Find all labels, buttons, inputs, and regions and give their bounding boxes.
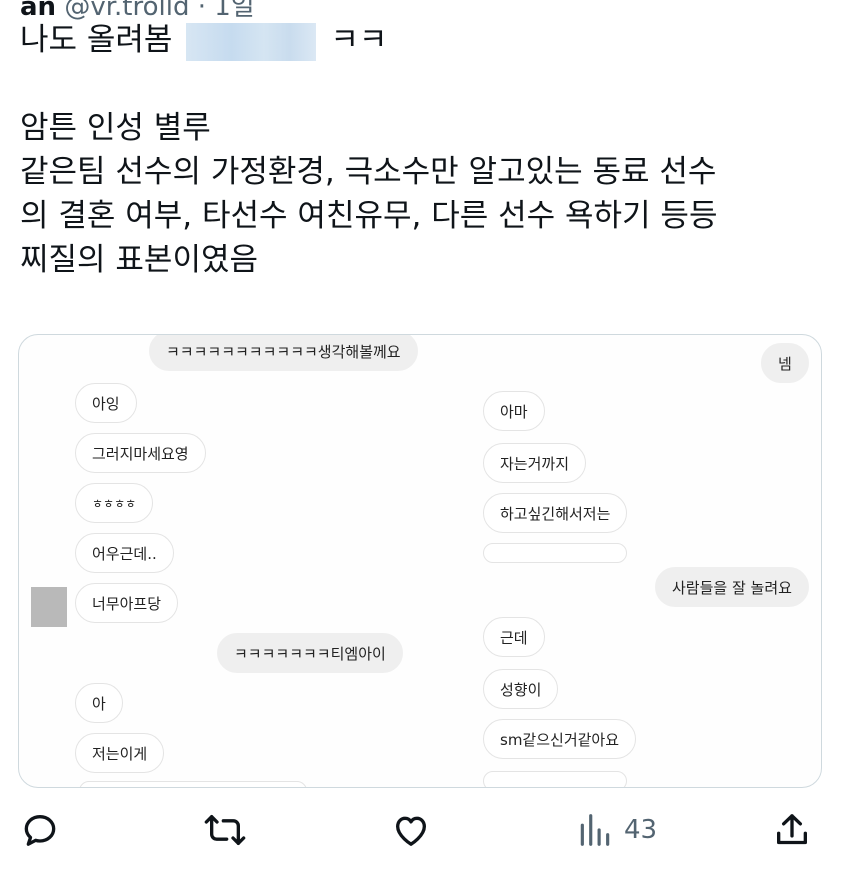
tweet-line: 나도 올려봄 ㅋㅋ <box>20 18 830 62</box>
retweet-button[interactable] <box>202 810 248 850</box>
chat-bubble-cut <box>483 771 627 787</box>
chat-bubble: 근데 <box>483 617 545 657</box>
chat-bubble: sm같으신거같아요 <box>483 719 637 759</box>
retweet-icon <box>204 815 246 845</box>
views-count: 43 <box>624 815 658 845</box>
views-icon <box>580 814 610 846</box>
chat-bubble: 아마 <box>483 391 545 431</box>
chat-bubble: 어우근데.. <box>75 533 174 573</box>
chat-bubble: 저는이게 <box>75 733 165 773</box>
chat-bubble: 자는거까지 <box>483 443 587 483</box>
share-button[interactable] <box>772 810 812 850</box>
avatar <box>31 587 67 627</box>
reply-button[interactable] <box>20 810 60 850</box>
chat-bubble: 아 <box>75 683 123 723</box>
chat-bubble: 그러지마세요영 <box>75 433 206 473</box>
tweet-line1: 나도 올려봄 <box>20 22 173 58</box>
tweet-line: 찌질의 표본이였음 <box>20 242 259 278</box>
chat-bubble-cut <box>483 543 627 563</box>
chat-bubble: ㅋㅋㅋㅋㅋㅋㅋ티엠아이 <box>217 633 403 673</box>
share-icon <box>777 814 807 845</box>
tweet-media-image[interactable]: ㅋㅋㅋㅋㅋㅋㅋㅋㅋㅋㅋ생각해볼께요 넴 아잉 아마 그러지마세요영 자는거까지 … <box>18 334 822 788</box>
reply-icon <box>24 815 56 846</box>
chat-bubble: 아잉 <box>75 383 137 423</box>
blurred-redaction <box>186 22 317 61</box>
chat-bubble-cut <box>79 781 307 787</box>
tweet-action-bar: 43 <box>0 800 850 860</box>
chat-bubble: 너무아프당 <box>75 583 179 623</box>
tweet-line: 암튼 인성 별루 <box>20 110 211 146</box>
tweet-line: 의 결혼 여부, 타선수 여친유무, 다른 선수 욕하기 등등 <box>20 198 718 234</box>
chat-bubble: 성향이 <box>483 669 559 709</box>
chat-bubble: 사람들을 잘 놀려요 <box>655 567 809 607</box>
chat-bubble: 하고싶긴해서저는 <box>483 493 628 533</box>
tweet-line: 같은팀 선수의 가정환경, 극소수만 알고있는 동료 선수 <box>20 154 717 190</box>
views-button[interactable]: 43 <box>576 810 657 850</box>
tweet-line1-suffix: ㅋㅋ <box>330 22 388 58</box>
heart-icon <box>396 816 426 846</box>
like-button[interactable] <box>390 810 432 850</box>
chat-bubble: ㅋㅋㅋㅋㅋㅋㅋㅋㅋㅋㅋ생각해볼께요 <box>149 335 418 371</box>
chat-bubble: 넴 <box>761 343 809 383</box>
chat-bubble: ㅎㅎㅎㅎ <box>75 483 154 523</box>
tweet-text: 나도 올려봄 ㅋㅋ 암튼 인성 별루 같은팀 선수의 가정환경, 극소수만 알고… <box>20 18 830 282</box>
